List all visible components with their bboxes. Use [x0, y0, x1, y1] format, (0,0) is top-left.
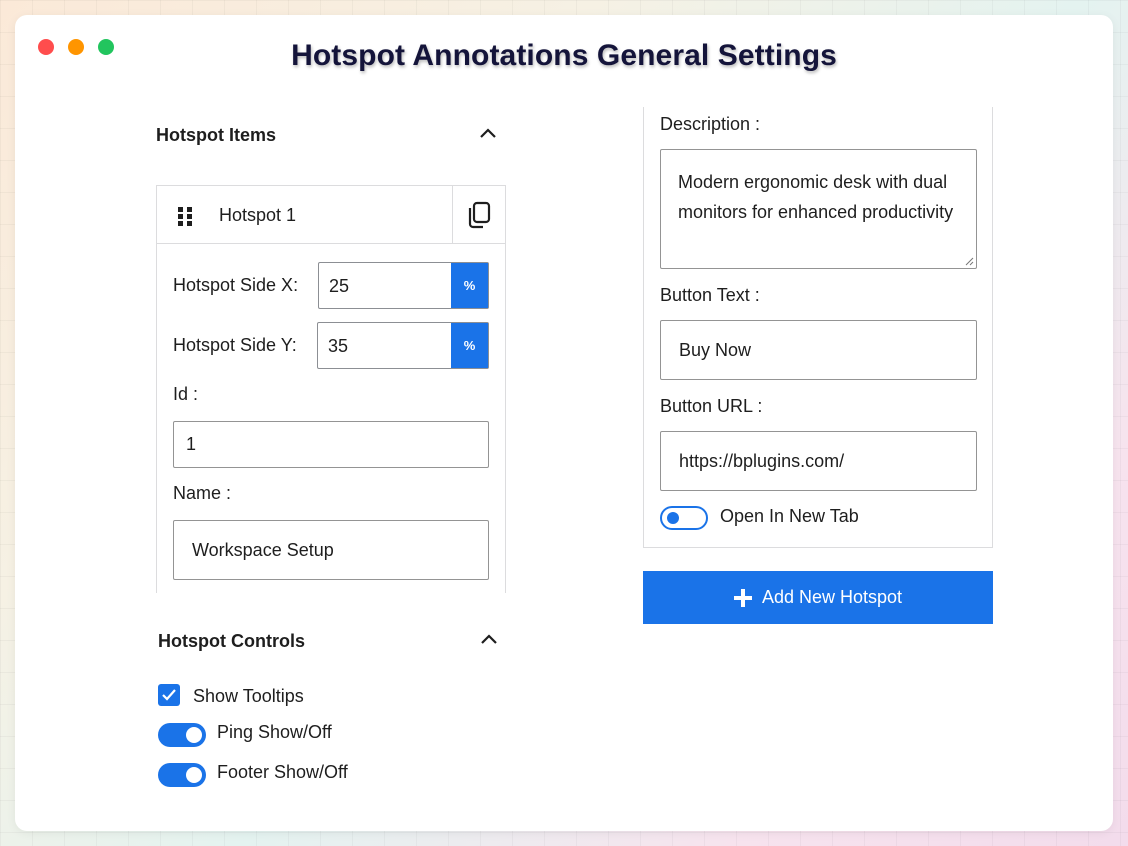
show-tooltips-label: Show Tooltips — [193, 686, 304, 706]
footer-toggle[interactable] — [158, 763, 206, 787]
button-url-field[interactable]: https://bplugins.com/ — [660, 431, 977, 491]
page-title: Hotspot Annotations General Settings — [291, 39, 837, 72]
footer-label: Footer Show/Off — [217, 762, 348, 782]
side-x-label: Hotspot Side X: — [173, 275, 299, 295]
ping-label: Ping Show/Off — [217, 722, 332, 742]
id-value: 1 — [186, 434, 197, 454]
button-url-value: https://bplugins.com/ — [679, 450, 845, 471]
description-label: Description : — [660, 114, 761, 134]
ping-toggle[interactable] — [158, 723, 206, 747]
duplicate-icon — [468, 201, 491, 228]
open-new-tab-toggle[interactable] — [660, 506, 708, 530]
show-tooltips-checkbox[interactable] — [158, 684, 180, 706]
toggle-knob — [186, 767, 202, 783]
side-x-unit[interactable]: % — [451, 263, 488, 308]
description-value: Modern ergonomic desk with dual monitors… — [678, 172, 954, 222]
open-new-tab-label: Open In New Tab — [720, 506, 859, 526]
settings-window: Hotspot Annotations General Settings Hot… — [15, 15, 1113, 831]
drag-handle-icon[interactable] — [177, 206, 193, 226]
id-field[interactable]: 1 — [173, 421, 489, 468]
add-new-hotspot-label: Add New Hotspot — [761, 587, 903, 607]
side-x-input[interactable]: 25 % — [318, 262, 489, 309]
name-value: Workspace Setup — [192, 539, 334, 560]
plus-icon — [733, 588, 752, 607]
name-field[interactable]: Workspace Setup — [173, 520, 489, 580]
toggle-knob — [186, 727, 202, 743]
chevron-up-icon[interactable] — [478, 126, 498, 140]
button-text-value: Buy Now — [679, 339, 752, 360]
hotspot-controls-heading: Hotspot Controls — [158, 631, 305, 651]
description-textarea[interactable]: Modern ergonomic desk with dual monitors… — [660, 149, 977, 269]
add-new-hotspot-button[interactable]: Add New Hotspot — [643, 571, 993, 624]
side-x-value: 25 — [329, 276, 350, 296]
hotspot-item-panel: Hotspot 1 Hotspot Side X: 25 % Hotspot S… — [156, 185, 506, 593]
name-label: Name : — [173, 483, 232, 503]
hotspot-item-header[interactable]: Hotspot 1 — [157, 186, 505, 244]
button-text-label: Button Text : — [660, 285, 760, 305]
button-url-label: Button URL : — [660, 396, 763, 416]
side-y-label: Hotspot Side Y: — [173, 335, 297, 355]
button-text-field[interactable]: Buy Now — [660, 320, 977, 380]
id-label: Id : — [173, 384, 199, 404]
resize-handle-icon[interactable] — [964, 256, 974, 266]
side-y-unit[interactable]: % — [451, 323, 488, 368]
hotspot-item-title: Hotspot 1 — [219, 205, 297, 225]
side-y-value: 35 — [328, 336, 349, 356]
side-y-input[interactable]: 35 % — [317, 322, 489, 369]
duplicate-button[interactable] — [452, 186, 505, 243]
chevron-up-icon[interactable] — [479, 632, 499, 646]
checkmark-icon — [162, 689, 176, 701]
toggle-knob — [667, 512, 679, 524]
hotspot-items-heading: Hotspot Items — [156, 125, 277, 145]
